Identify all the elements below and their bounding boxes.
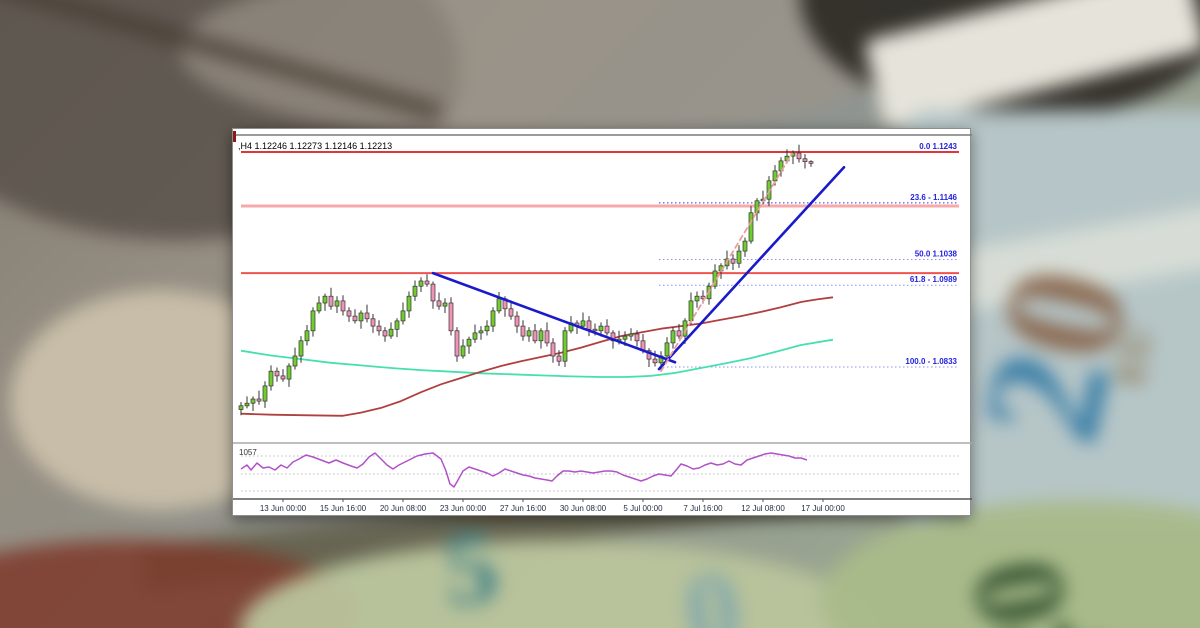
x-axis-label: 23 Jun 00:00 <box>440 504 487 513</box>
banknote-numeral-5: 5 <box>440 513 503 623</box>
candle <box>473 325 477 343</box>
candle <box>671 327 675 349</box>
candle <box>275 368 279 382</box>
candle <box>305 325 309 346</box>
x-axis-label: 27 Jun 16:00 <box>500 504 547 513</box>
chart-canvas[interactable]: 0.0 1.1243 23.6 - 1.1146 50.0 1.1038 61.8 -… <box>233 129 972 517</box>
candle <box>491 307 495 332</box>
ma-red-line <box>241 297 833 416</box>
candle <box>269 365 273 390</box>
candle <box>527 327 531 342</box>
candle <box>521 320 525 341</box>
candle <box>737 245 741 268</box>
candle <box>539 328 543 348</box>
x-axis-label: 30 Jun 08:00 <box>560 504 607 513</box>
banknote-euro-text: EU <box>1108 324 1159 389</box>
candle <box>563 327 567 367</box>
candle <box>731 254 735 270</box>
candle <box>365 305 369 323</box>
fib-level-label-50.0: 50.0 1.1038 <box>915 249 958 258</box>
x-axis-label: 5 Jul 00:00 <box>623 504 663 513</box>
x-axis-label: 17 Jul 00:00 <box>801 504 845 513</box>
candle <box>323 294 327 311</box>
candle <box>311 307 315 336</box>
candle <box>695 292 699 308</box>
candle <box>413 281 417 301</box>
candle <box>437 293 441 310</box>
candle <box>467 337 471 354</box>
candle <box>245 396 249 408</box>
x-axis-label: 20 Jun 08:00 <box>380 504 427 513</box>
candle <box>407 292 411 318</box>
candle <box>395 318 399 337</box>
candle <box>317 296 321 313</box>
fib-level-label-61.8: 61.8 - 1.0989 <box>910 275 958 284</box>
candle <box>359 310 363 328</box>
candle <box>809 160 813 167</box>
candle <box>251 396 255 411</box>
candle <box>443 298 447 313</box>
fib-level-label-0.0: 0.0 1.1243 <box>919 142 957 151</box>
candle <box>419 277 423 292</box>
candle <box>743 238 747 257</box>
candle <box>587 316 591 336</box>
fib-level-label-100.0: 100.0 - 1.0833 <box>905 357 957 366</box>
candle <box>689 293 693 325</box>
candle <box>803 154 807 168</box>
dashed-channel-line[interactable] <box>661 154 792 372</box>
candle <box>605 319 609 335</box>
screenshot-root: 20 EU 5 0 20 Є ,H4 1.12246 1.12273 1.121… <box>0 0 1200 628</box>
candle <box>479 326 483 340</box>
x-axis-label: 13 Jun 00:00 <box>260 504 307 513</box>
trading-chart-window[interactable]: ,H4 1.12246 1.12273 1.12146 1.12213 0.0 … <box>232 128 971 516</box>
candle <box>497 292 501 314</box>
candle <box>401 303 405 325</box>
candle <box>383 327 387 342</box>
candle <box>551 338 555 363</box>
candle <box>425 274 429 287</box>
candle <box>449 297 453 335</box>
candle <box>389 322 393 338</box>
candle <box>377 320 381 335</box>
candle <box>545 322 549 346</box>
candle <box>257 391 261 405</box>
candle <box>455 327 459 362</box>
candle <box>287 363 291 387</box>
candle <box>797 145 801 163</box>
candle <box>515 311 519 333</box>
candle <box>329 288 333 310</box>
candle <box>263 381 267 408</box>
candle <box>461 339 465 358</box>
candle <box>281 369 285 382</box>
x-axis-label: 12 Jul 08:00 <box>741 504 785 513</box>
candle <box>371 314 375 333</box>
scroll-marker <box>233 131 236 142</box>
candle <box>533 324 537 343</box>
indicator-line <box>241 453 807 487</box>
ascending-trendline[interactable] <box>659 167 844 369</box>
candle <box>293 348 297 370</box>
indicator-value-label: 1057 <box>239 448 257 457</box>
x-axis-label: 7 Jul 16:00 <box>683 504 723 513</box>
candle <box>431 282 435 309</box>
candle <box>341 295 345 315</box>
candle <box>335 296 339 313</box>
candle <box>629 328 633 341</box>
x-axis-label: 15 Jun 16:00 <box>320 504 367 513</box>
candle <box>353 309 357 323</box>
fib-level-label-23.6: 23.6 - 1.1146 <box>910 193 957 202</box>
candle <box>347 307 351 322</box>
candle <box>485 320 489 335</box>
